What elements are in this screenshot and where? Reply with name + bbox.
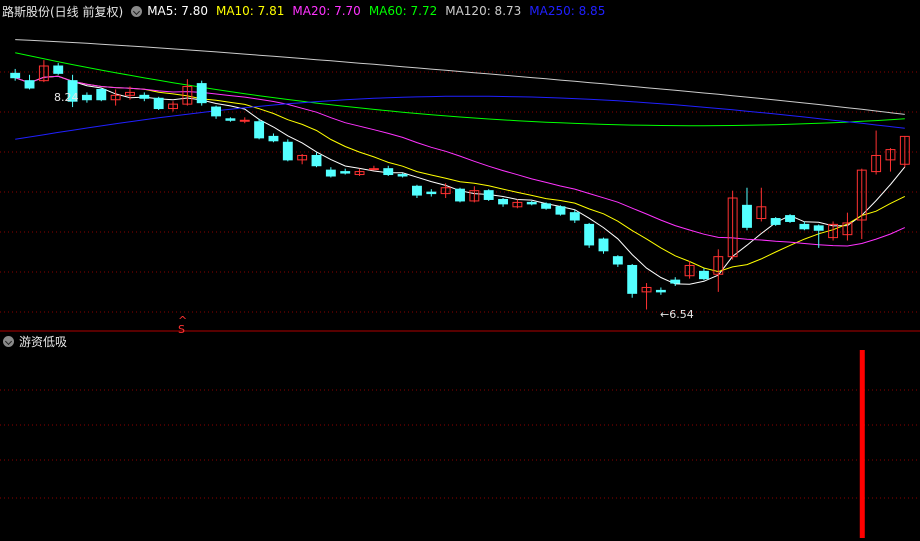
ma10-line xyxy=(15,75,906,273)
candle-body xyxy=(383,168,394,176)
ma120-line xyxy=(15,39,905,115)
candle-body xyxy=(268,135,279,142)
candle-body xyxy=(24,80,35,89)
candle-body xyxy=(239,119,250,122)
high-price-label: 8.24 xyxy=(54,91,79,104)
candle-body xyxy=(612,256,623,265)
candle-body xyxy=(196,83,207,104)
candle-body xyxy=(785,215,795,222)
candle-body xyxy=(397,174,408,177)
chevron-down-icon[interactable] xyxy=(131,5,143,17)
ma250-label: MA250: 8.85 xyxy=(529,4,606,18)
candle-body xyxy=(96,88,107,101)
candle-body xyxy=(153,97,164,110)
ma120-label: MA120: 8.73 xyxy=(445,4,522,18)
candle-body xyxy=(799,223,810,230)
candle-body xyxy=(569,212,580,221)
kline-chart xyxy=(0,39,920,538)
ma10-label: MA10: 7.81 xyxy=(215,4,285,18)
low-price-value: 6.54 xyxy=(669,308,694,321)
ma60-label: MA60: 7.72 xyxy=(368,4,438,18)
candle-body xyxy=(81,94,92,101)
candle-body xyxy=(627,264,638,294)
main-chart-header: 路斯股份(日线 前复权) MA5: 7.80 MA10: 7.81 MA20: … xyxy=(0,2,613,20)
candle-body xyxy=(340,171,351,174)
candle-body xyxy=(584,223,595,246)
candle-body xyxy=(225,118,236,121)
candle-body xyxy=(254,121,265,139)
arrow-left-icon: ← xyxy=(660,308,670,321)
candle-body xyxy=(526,201,537,205)
candle-body xyxy=(426,191,437,195)
candle-body xyxy=(325,169,336,177)
candle-body xyxy=(655,289,666,293)
ma250-line xyxy=(15,95,905,140)
candle-body xyxy=(10,72,21,79)
candle-body xyxy=(282,141,293,161)
indicator-header: 游资低吸 xyxy=(0,333,67,349)
candle-body xyxy=(311,154,322,167)
signal-bar xyxy=(859,350,865,538)
ma20-label: MA20: 7.70 xyxy=(292,4,361,18)
candle-body xyxy=(541,203,552,209)
candle-body xyxy=(412,185,422,196)
chevron-down-icon[interactable] xyxy=(3,335,14,347)
signal-mark-s: ^ S xyxy=(178,314,188,336)
candle-body xyxy=(53,65,64,74)
candle-body xyxy=(770,218,781,225)
candle-body xyxy=(670,279,681,284)
indicator-title: 游资低吸 xyxy=(19,334,68,349)
candle-body xyxy=(368,168,379,171)
ma5-line xyxy=(15,75,906,285)
candle-body xyxy=(598,238,609,252)
candle-body xyxy=(483,190,494,200)
ma5-label: MA5: 7.80 xyxy=(147,4,208,18)
candle-body xyxy=(139,94,150,99)
candle-body xyxy=(698,270,709,280)
low-price-label: ←6.54 xyxy=(660,308,694,321)
candle-body xyxy=(455,188,465,202)
stock-title: 路斯股份(日线 前复权) xyxy=(2,4,124,19)
candle-body xyxy=(498,198,508,205)
candle-body xyxy=(555,206,566,215)
candle-body xyxy=(211,106,222,117)
candle-body xyxy=(742,204,752,228)
candle-body xyxy=(813,225,824,231)
